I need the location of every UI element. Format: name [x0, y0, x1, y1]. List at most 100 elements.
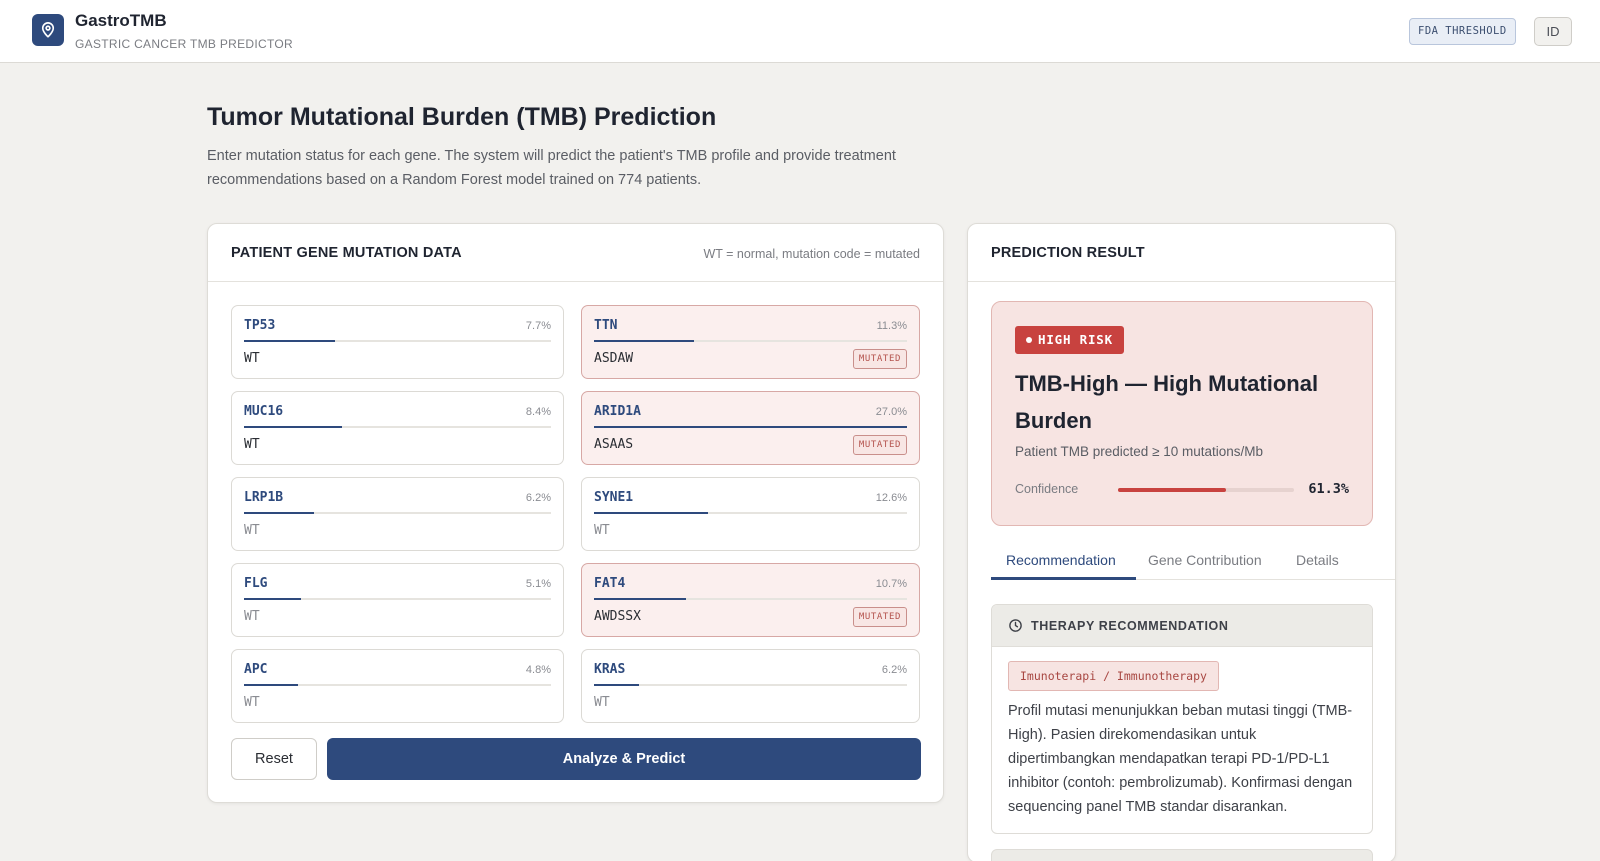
prediction-result-card-header: PREDICTION RESULT [968, 224, 1395, 282]
gene-card-lrp1b[interactable]: LRP1B 6.2% WT [231, 477, 564, 551]
gene-frequency-bar [594, 340, 907, 342]
gene-card-arid1a[interactable]: ARID1A 27.0% ASAAS MUTATED [581, 391, 920, 465]
gene-frequency: 5.1% [525, 578, 551, 590]
gene-frequency: 10.7% [875, 578, 907, 590]
prediction-result-card: PREDICTION RESULT HIGH RISK TMB-High — H… [967, 223, 1396, 861]
gene-card-syne1[interactable]: SYNE1 12.6% WT [581, 477, 920, 551]
gene-frequency-bar-fill [244, 340, 336, 342]
gene-mutation-input[interactable]: AWDSSX [594, 609, 641, 624]
page-title: Tumor Mutational Burden (TMB) Prediction [207, 103, 717, 131]
gene-card-kras[interactable]: KRAS 6.2% WT [581, 649, 920, 723]
gene-mutation-input[interactable]: WT [244, 695, 260, 710]
gene-name: FLG [244, 576, 268, 591]
gene-card-tp53[interactable]: TP53 7.7% WT [231, 305, 564, 379]
gene-name: APC [244, 662, 268, 677]
gene-card-flg[interactable]: FLG 5.1% WT [231, 563, 564, 637]
gene-mutation-legend: WT = normal, mutation code = mutated [703, 247, 920, 261]
confidence-bar [1118, 488, 1294, 492]
gene-frequency-bar [244, 512, 551, 514]
gene-frequency-bar [594, 598, 907, 600]
gene-frequency: 6.2% [881, 664, 907, 676]
gene-card-ttn[interactable]: TTN 11.3% ASDAW MUTATED [581, 305, 920, 379]
gene-name: ARID1A [594, 404, 641, 419]
next-section-header [991, 849, 1373, 861]
gene-frequency-bar [244, 684, 551, 686]
therapy-text: Profil mutasi menunjukkan beban mutasi t… [1008, 703, 1353, 815]
gene-mutation-input[interactable]: WT [244, 437, 260, 452]
confidence-bar-fill [1118, 488, 1226, 492]
risk-dot-icon [1026, 337, 1032, 343]
gene-frequency: 12.6% [875, 492, 907, 504]
gene-name: TTN [594, 318, 618, 333]
gene-frequency-bar-fill [594, 598, 687, 600]
gene-frequency-bar [244, 598, 551, 600]
gene-frequency-bar-fill [244, 684, 299, 686]
risk-summary: HIGH RISK TMB-High — High Mutational Bur… [991, 301, 1373, 526]
gene-frequency: 27.0% [875, 406, 907, 418]
page-description: Enter mutation status for each gene. The… [207, 148, 896, 188]
gene-frequency-bar [594, 684, 907, 686]
app-subtitle: GASTRIC CANCER TMB PREDICTOR [75, 37, 293, 51]
therapy-recommendation-panel: THERAPY RECOMMENDATION Imunoterapi / Imm… [991, 604, 1373, 834]
app-name: GastroTMB [75, 11, 167, 30]
gene-frequency-bar [594, 512, 907, 514]
gene-frequency: 8.4% [525, 406, 551, 418]
gene-mutation-card-title: PATIENT GENE MUTATION DATA [231, 245, 462, 261]
location-pin-icon [32, 14, 64, 46]
gene-mutation-input[interactable]: WT [594, 523, 610, 538]
gene-frequency-bar-fill [594, 684, 640, 686]
gene-mutation-input[interactable]: WT [594, 695, 610, 710]
confidence-label: Confidence [1015, 482, 1079, 496]
gene-name: KRAS [594, 662, 626, 677]
gene-frequency: 11.3% [876, 320, 907, 332]
reset-button[interactable]: Reset [231, 738, 317, 780]
clock-icon [1008, 618, 1023, 638]
gene-name: MUC16 [244, 404, 284, 419]
gene-mutation-input[interactable]: WT [244, 523, 260, 538]
active-tab-indicator [991, 577, 1136, 580]
therapy-tag: Imunoterapi / Immunotherapy [1008, 661, 1219, 691]
gene-frequency-bar [244, 426, 551, 428]
gene-name: LRP1B [244, 490, 284, 505]
top-bar: GastroTMB GASTRIC CANCER TMB PREDICTOR F… [0, 0, 1600, 63]
gene-frequency: 7.7% [525, 320, 551, 332]
mutated-badge: MUTATED [852, 349, 907, 369]
gene-mutation-card-header: PATIENT GENE MUTATION DATA WT = normal, … [208, 224, 943, 282]
gene-card-muc16[interactable]: MUC16 8.4% WT [231, 391, 564, 465]
risk-badge: HIGH RISK [1015, 326, 1124, 354]
gene-frequency: 4.8% [525, 664, 551, 676]
risk-subtitle: Patient TMB predicted ≥ 10 mutations/Mb [1015, 444, 1264, 459]
gene-mutation-input[interactable]: ASAAS [594, 437, 633, 452]
language-toggle-button[interactable]: ID [1534, 17, 1572, 46]
gene-frequency-bar [594, 426, 907, 428]
fda-threshold-badge[interactable]: FDA THRESHOLD [1409, 18, 1516, 45]
analyze-predict-button[interactable]: Analyze & Predict [327, 738, 921, 780]
risk-title: TMB-High — High Mutational Burden [1015, 371, 1319, 433]
tab-details[interactable]: Details [1296, 552, 1339, 568]
gene-frequency-bar-fill [244, 426, 342, 428]
mutated-badge: MUTATED [852, 607, 907, 627]
gene-frequency-bar-fill [244, 512, 315, 514]
mutated-badge: MUTATED [852, 435, 907, 455]
gene-frequency-bar-fill [594, 512, 708, 514]
gene-frequency-bar-fill [594, 426, 907, 428]
gene-frequency-bar-fill [244, 598, 302, 600]
gene-name: FAT4 [594, 576, 626, 591]
result-tabs: Recommendation Gene Contribution Details [991, 542, 1395, 580]
gene-mutation-input[interactable]: WT [244, 609, 260, 624]
tab-gene-contribution[interactable]: Gene Contribution [1148, 552, 1262, 568]
gene-name: SYNE1 [594, 490, 634, 505]
gene-mutation-input[interactable]: WT [244, 351, 260, 366]
therapy-header: THERAPY RECOMMENDATION [992, 605, 1372, 647]
confidence-value: 61.3% [1308, 481, 1349, 497]
tab-recommendation[interactable]: Recommendation [1006, 552, 1116, 568]
gene-mutation-card: PATIENT GENE MUTATION DATA WT = normal, … [207, 223, 944, 803]
gene-name: TP53 [244, 318, 276, 333]
gene-frequency-bar [244, 340, 551, 342]
gene-grid: TP53 7.7% WT TTN 11.3% ASDAW MUTATED MUC16 8.4% W… [231, 305, 921, 723]
gene-frequency-bar-fill [594, 340, 695, 342]
risk-badge-label: HIGH RISK [1038, 332, 1113, 347]
gene-mutation-input[interactable]: ASDAW [594, 351, 633, 366]
gene-card-fat4[interactable]: FAT4 10.7% AWDSSX MUTATED [581, 563, 920, 637]
gene-card-apc[interactable]: APC 4.8% WT [231, 649, 564, 723]
